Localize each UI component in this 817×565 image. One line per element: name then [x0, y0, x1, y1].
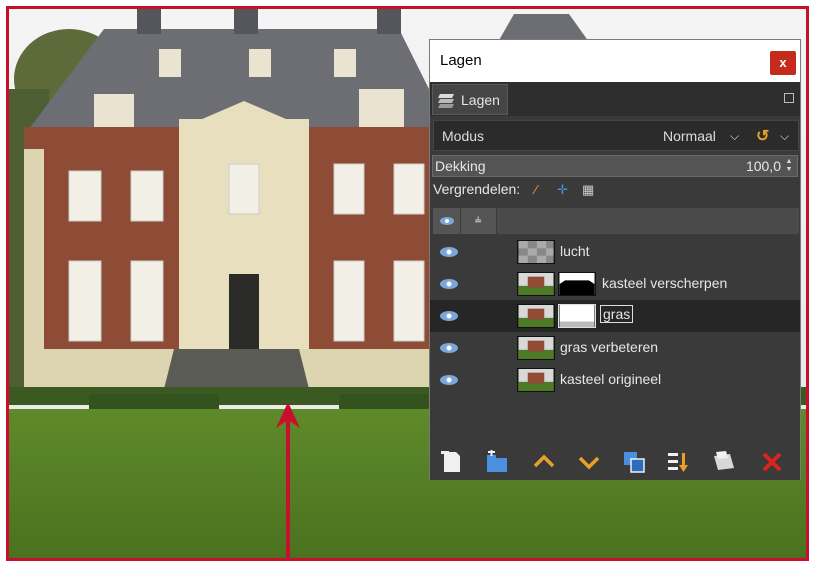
- pointer-arrow-shaft: [286, 420, 290, 560]
- layer-mask-thumbnail: [558, 272, 596, 296]
- close-button[interactable]: x: [770, 51, 796, 75]
- eye-icon[interactable]: [440, 311, 458, 321]
- lock-alpha-icon[interactable]: ▦: [582, 182, 594, 198]
- new-layer-group-icon[interactable]: [485, 450, 509, 474]
- mode-row: Modus Normaal ⌵ ↺ ⌵: [433, 120, 799, 151]
- layers-toolbar: [430, 442, 800, 480]
- layer-name[interactable]: kasteel origineel: [560, 371, 661, 387]
- tab-label: Lagen: [461, 92, 500, 108]
- layer-thumbnail: [517, 304, 555, 328]
- chevron-down-icon[interactable]: ⌵: [730, 129, 739, 144]
- layer-name[interactable]: gras verbeteren: [560, 339, 658, 355]
- layers-icon: [438, 94, 454, 108]
- eye-icon[interactable]: [440, 343, 458, 353]
- delete-layer-icon[interactable]: [760, 450, 784, 474]
- layer-thumbnail: [517, 336, 555, 360]
- layer-name[interactable]: gras: [600, 305, 634, 323]
- lock-row: Vergrendelen: ∕ ✛ ▦: [432, 180, 802, 200]
- layers-header: ⫨: [433, 208, 799, 234]
- layer-row-kasteel-verscherpen[interactable]: kasteel verscherpen: [430, 268, 800, 300]
- visibility-column-header[interactable]: [433, 208, 461, 234]
- eye-icon[interactable]: [440, 279, 458, 289]
- chain-icon: ⫨: [475, 213, 482, 225]
- raise-layer-icon[interactable]: [532, 450, 556, 474]
- dialog-titlebar[interactable]: Lagen x: [430, 40, 800, 82]
- mode-select[interactable]: Normaal: [663, 128, 716, 144]
- merge-down-icon[interactable]: [666, 450, 690, 474]
- lock-label: Vergrendelen:: [433, 181, 521, 197]
- new-layer-icon[interactable]: [440, 450, 464, 474]
- tab-lagen[interactable]: Lagen: [432, 84, 508, 115]
- lock-pixels-icon[interactable]: ∕: [535, 182, 537, 197]
- layer-name[interactable]: lucht: [560, 243, 590, 259]
- lower-layer-icon[interactable]: [577, 450, 601, 474]
- eye-icon[interactable]: [440, 247, 458, 257]
- layer-row-kasteel-origineel[interactable]: kasteel origineel: [430, 364, 800, 396]
- pointer-arrow-head: [276, 402, 300, 428]
- layer-thumbnail: [517, 272, 555, 296]
- dock-tab-bar: Lagen: [430, 82, 800, 116]
- layer-thumbnail: [517, 368, 555, 392]
- layer-row-gras-verbeteren[interactable]: gras verbeteren: [430, 332, 800, 364]
- layer-thumbnail: [517, 240, 555, 264]
- add-mask-icon[interactable]: [712, 450, 736, 474]
- lock-position-icon[interactable]: ✛: [557, 182, 568, 198]
- chain-column-header[interactable]: ⫨: [461, 208, 497, 234]
- layer-name[interactable]: kasteel verscherpen: [602, 275, 727, 291]
- opacity-slider[interactable]: Dekking 100,0 ▲ ▼: [432, 155, 798, 177]
- opacity-spinner[interactable]: ▲ ▼: [784, 158, 794, 174]
- eye-icon: [440, 217, 454, 225]
- duplicate-layer-icon[interactable]: [622, 450, 646, 474]
- layer-mask-thumbnail: [558, 304, 596, 328]
- layer-list: lucht kasteel verscherpen gras gras verb…: [430, 236, 800, 436]
- opacity-label: Dekking: [435, 158, 486, 174]
- eye-icon[interactable]: [440, 375, 458, 385]
- dialog-title: Lagen: [440, 52, 482, 69]
- chevron-down-icon[interactable]: ⌵: [780, 129, 789, 144]
- layer-row-lucht[interactable]: lucht: [430, 236, 800, 268]
- opacity-value[interactable]: 100,0: [746, 158, 781, 174]
- layer-row-gras[interactable]: gras: [430, 300, 800, 332]
- reset-mode-icon[interactable]: ↺: [756, 126, 769, 146]
- layers-dialog: Lagen x Lagen Modus Normaal ⌵ ↺ ⌵ Dekkin…: [429, 39, 801, 480]
- mode-label: Modus: [442, 128, 485, 144]
- tab-menu-icon[interactable]: [784, 93, 794, 103]
- close-icon: x: [779, 55, 787, 70]
